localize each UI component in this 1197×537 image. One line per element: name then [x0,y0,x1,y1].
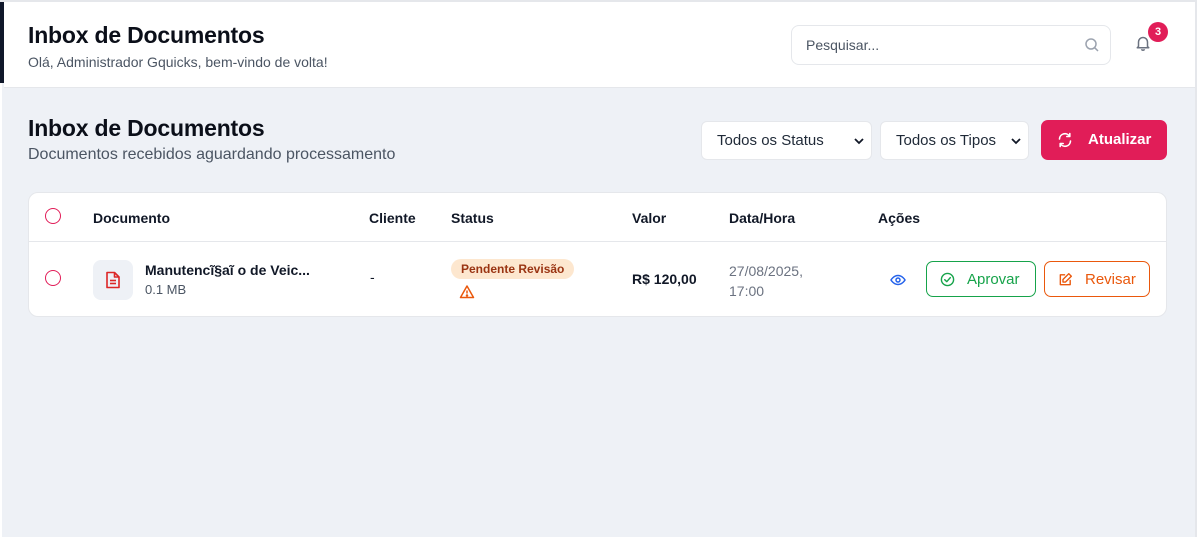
select-all-radio[interactable] [45,208,61,224]
refresh-button-label: Atualizar [1088,131,1152,148]
page-title: Inbox de Documentos [28,22,265,48]
value-cell: R$ 120,00 [632,271,697,287]
table-header: Documento Cliente Status Valor Data/Hora… [29,193,1166,242]
welcome-message: Olá, Administrador Gquicks, bem-vindo de… [28,54,328,70]
review-button-label: Revisar [1085,271,1136,288]
notification-badge[interactable]: 3 [1148,22,1168,42]
time-value: 17:00 [729,283,765,299]
edit-icon [1059,272,1073,286]
status-badge: Pendente Revisão [451,259,575,279]
approve-button-label: Aprovar [967,271,1020,288]
approve-button[interactable]: Aprovar [926,261,1036,297]
warning-icon [459,285,475,299]
top-header: Inbox de Documentos Olá, Administrador G… [4,2,1195,88]
eye-icon[interactable] [890,272,906,288]
search-icon[interactable] [1084,37,1100,53]
type-filter-select[interactable]: Todos os Tipos [880,121,1029,160]
document-name[interactable]: Manutencĩ§aĩ o de Veic... [145,262,310,278]
column-header-status: Status [451,210,494,226]
chevron-down-icon [1011,138,1021,145]
date-cell: 27/08/2025, 17:00 [729,261,829,301]
documents-table: Documento Cliente Status Valor Data/Hora… [28,192,1167,317]
status-filter-value: Todos os Status [717,132,824,149]
review-button[interactable]: Revisar [1044,261,1150,297]
column-header-actions: Ações [878,210,921,226]
document-size: 0.1 MB [145,282,187,297]
refresh-button[interactable]: Atualizar [1041,120,1167,160]
client-cell: - [370,269,375,285]
column-header-date: Data/Hora [729,210,796,226]
column-header-value: Valor [632,210,667,226]
date-value: 27/08/2025, [729,263,803,279]
chevron-down-icon [854,138,864,145]
check-circle-icon [940,272,955,287]
section-subtitle: Documentos recebidos aguardando processa… [28,146,396,163]
status-filter-select[interactable]: Todos os Status [701,121,872,160]
search-box [791,25,1111,65]
column-header-client: Cliente [369,210,416,226]
refresh-icon [1058,132,1072,148]
table-row[interactable]: Manutencĩ§aĩ o de Veic... 0.1 MB - Pende… [29,242,1166,317]
document-icon [106,271,120,289]
sidebar-edge-light [0,83,2,537]
search-input[interactable] [806,26,1076,64]
document-thumbnail [93,260,133,300]
section-title: Inbox de Documentos [28,115,265,141]
column-header-document: Documento [93,210,170,226]
row-select-radio[interactable] [45,270,61,286]
type-filter-value: Todos os Tipos [896,132,997,149]
